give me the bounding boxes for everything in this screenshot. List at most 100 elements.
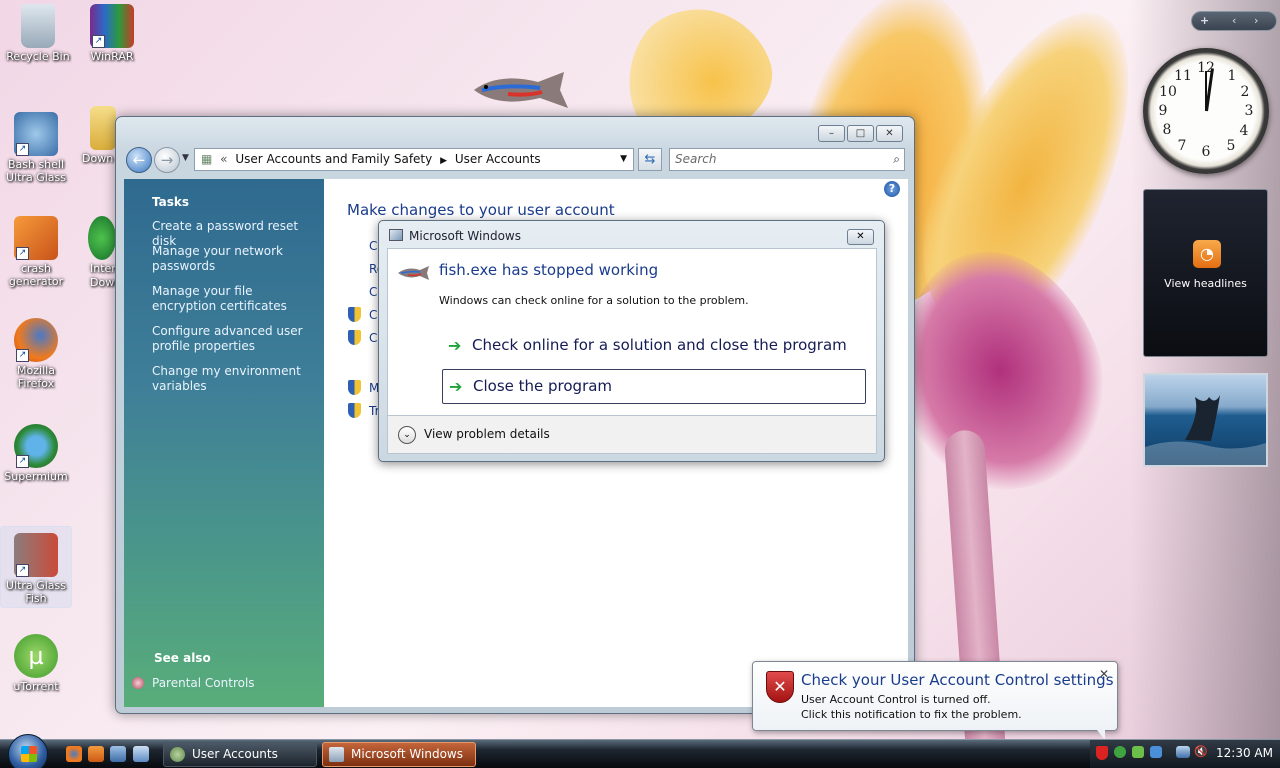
tray-app-icon[interactable] bbox=[1150, 746, 1162, 758]
maximize-button[interactable]: □ bbox=[847, 125, 874, 142]
task-link-file-encryption[interactable]: Manage your file encryption certificates bbox=[152, 284, 317, 314]
download-manager-icon bbox=[88, 216, 116, 260]
slideshow-gadget[interactable] bbox=[1143, 373, 1268, 467]
utorrent-icon: µ bbox=[14, 634, 58, 678]
shield-icon bbox=[348, 403, 361, 418]
fish-icon bbox=[474, 72, 568, 108]
taskbar-button-microsoft-windows[interactable]: Microsoft Windows bbox=[322, 742, 476, 767]
firefox-icon[interactable] bbox=[66, 746, 82, 762]
notification-line-1: User Account Control is turned off. bbox=[801, 693, 991, 706]
security-center-icon[interactable] bbox=[1096, 746, 1108, 760]
next-icon[interactable]: › bbox=[1254, 12, 1258, 30]
notification-line-2: Click this notification to fix the probl… bbox=[801, 708, 1022, 721]
view-problem-details-link[interactable]: View problem details bbox=[424, 427, 550, 441]
add-gadget-icon[interactable]: + bbox=[1200, 12, 1209, 30]
winrar-icon: ↗ bbox=[90, 4, 134, 48]
windows-logo-icon bbox=[21, 746, 37, 762]
recent-pages-chevron-icon[interactable]: ▼ bbox=[182, 153, 189, 163]
breadcrumb-separator-icon[interactable]: ▶ bbox=[440, 156, 447, 166]
clock-number: 4 bbox=[1239, 123, 1249, 139]
crash-dialog: Microsoft Windows ✕ fish.exe has stopped… bbox=[378, 220, 885, 462]
desktop-icon-internet-download[interactable]: Inter Down bbox=[72, 216, 116, 290]
folder-icon bbox=[90, 106, 116, 150]
recycle-bin-icon bbox=[21, 4, 55, 48]
task-link-advanced-profile[interactable]: Configure advanced user profile properti… bbox=[152, 324, 317, 354]
task-link-environment-variables[interactable]: Change my environment variables bbox=[152, 364, 317, 394]
desktop-icon-winrar[interactable]: ↗ WinRAR bbox=[76, 4, 148, 63]
desktop-icon-downloads[interactable]: Down bbox=[72, 106, 116, 165]
network-icon[interactable] bbox=[1176, 746, 1190, 758]
clock-gadget[interactable]: 12 1 2 3 4 5 6 7 8 9 10 11 bbox=[1143, 48, 1269, 174]
taskbar-button-user-accounts[interactable]: User Accounts bbox=[163, 742, 317, 767]
tasks-heading: Tasks bbox=[152, 195, 190, 209]
desktop-icon-recycle-bin[interactable]: Recycle Bin bbox=[2, 4, 74, 63]
clock-number: 2 bbox=[1240, 84, 1250, 100]
dialog-title: Microsoft Windows bbox=[409, 229, 521, 243]
see-also-heading: See also bbox=[154, 651, 211, 665]
search-input[interactable]: Search ⌕ bbox=[669, 148, 905, 171]
refresh-button[interactable]: ⇆ bbox=[638, 148, 662, 171]
supermium-icon: ↗ bbox=[14, 424, 58, 468]
clock-time[interactable]: 12:30 AM bbox=[1216, 746, 1273, 760]
uac-notification[interactable]: ✕ Check your User Account Control settin… bbox=[752, 661, 1118, 740]
fish-icon: ↗ bbox=[14, 533, 58, 577]
show-desktop-icon[interactable] bbox=[110, 746, 126, 762]
search-icon[interactable]: ⌕ bbox=[893, 149, 900, 170]
firefox-icon: ↗ bbox=[14, 318, 58, 362]
dialog-message: Windows can check online for a solution … bbox=[439, 294, 749, 307]
close-button[interactable]: ✕ bbox=[876, 125, 903, 142]
error-report-icon bbox=[329, 747, 344, 762]
address-dropdown-icon[interactable]: ▼ bbox=[620, 149, 627, 170]
dialog-footer: ⌄ View problem details bbox=[387, 416, 877, 454]
chevron-down-icon[interactable]: ⌄ bbox=[398, 426, 416, 444]
notification-close-icon[interactable]: ✕ bbox=[1099, 667, 1109, 681]
clock-number: 10 bbox=[1159, 84, 1177, 100]
dialog-close-button[interactable]: ✕ bbox=[847, 229, 874, 245]
view-headlines-link[interactable]: View headlines bbox=[1144, 277, 1267, 290]
desktop-icon-ultra-glass-fish[interactable]: ↗ Ultra Glass Fish bbox=[0, 526, 72, 608]
close-program-button[interactable]: ➔ Close the program bbox=[442, 369, 866, 404]
clock-number: 5 bbox=[1226, 138, 1236, 154]
tray-app-icon[interactable] bbox=[1132, 746, 1144, 758]
see-also-parental-controls[interactable]: Parental Controls bbox=[152, 676, 317, 691]
notification-title: Check your User Account Control settings bbox=[801, 671, 1114, 689]
user-accounts-icon bbox=[170, 747, 185, 762]
crash-generator-icon: ↗ bbox=[14, 216, 58, 260]
security-shield-error-icon: ✕ bbox=[766, 671, 794, 703]
feed-headlines-gadget[interactable]: ◔ View headlines bbox=[1143, 189, 1268, 357]
task-link-network-passwords[interactable]: Manage your network passwords bbox=[152, 244, 317, 274]
quick-launch-app-icon[interactable] bbox=[88, 746, 104, 762]
task-pane: Tasks Create a password reset disk Manag… bbox=[124, 179, 324, 707]
start-button[interactable] bbox=[8, 734, 48, 768]
arrow-right-icon: ➔ bbox=[449, 377, 463, 396]
back-button[interactable]: ← bbox=[126, 147, 152, 173]
whale-tail-image bbox=[1145, 395, 1266, 465]
gadget-toolbar: + ‹ › bbox=[1191, 11, 1277, 31]
clock-minute-hand bbox=[1205, 71, 1207, 111]
breadcrumb-root[interactable]: User Accounts and Family Safety bbox=[235, 152, 432, 166]
taskbar: User Accounts Microsoft Windows 🔇 12:30 … bbox=[0, 734, 1280, 768]
shield-icon bbox=[348, 330, 361, 345]
desktop-icon-crash-generator[interactable]: ↗ crash generator bbox=[0, 216, 72, 288]
check-online-button[interactable]: ➔ Check online for a solution and close … bbox=[442, 329, 866, 364]
desktop-icon-firefox[interactable]: ↗ Mozilla Firefox bbox=[0, 318, 72, 390]
help-icon[interactable]: ? bbox=[884, 181, 900, 197]
breadcrumb-current[interactable]: User Accounts bbox=[455, 152, 541, 166]
clock-number: 7 bbox=[1177, 138, 1187, 154]
minimize-button[interactable]: – bbox=[818, 125, 845, 142]
desktop-icon-bash-shell[interactable]: ↗ Bash shell Ultra Glass bbox=[0, 112, 72, 184]
fish-icon bbox=[398, 266, 429, 280]
dialog-body: fish.exe has stopped working Windows can… bbox=[387, 248, 877, 416]
breadcrumb-overflow-icon[interactable]: « bbox=[220, 152, 227, 166]
clock-number: 11 bbox=[1174, 68, 1192, 84]
address-bar[interactable]: ▦ « User Accounts and Family Safety ▶ Us… bbox=[194, 148, 634, 171]
forward-button[interactable]: → bbox=[154, 147, 180, 173]
tray-app-icon[interactable] bbox=[1114, 746, 1126, 758]
switch-windows-icon[interactable] bbox=[133, 746, 149, 762]
previous-icon[interactable]: ‹ bbox=[1232, 12, 1236, 30]
desktop-icon-supermium[interactable]: ↗ Supermium bbox=[0, 424, 72, 483]
volume-muted-icon[interactable]: 🔇 bbox=[1194, 746, 1208, 758]
shield-icon bbox=[348, 380, 361, 395]
clock-number: 9 bbox=[1158, 103, 1168, 119]
desktop-icon-utorrent[interactable]: µ uTorrent bbox=[0, 634, 72, 693]
